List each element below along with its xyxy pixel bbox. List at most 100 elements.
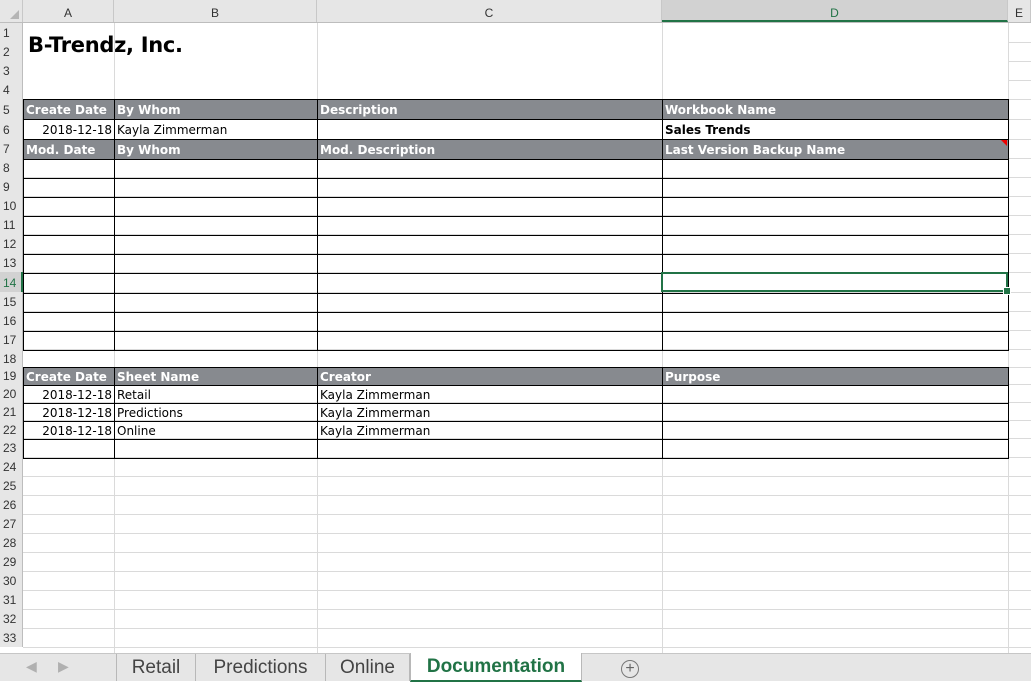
row-header-3[interactable]: 3 [0, 61, 23, 80]
sheet-cell[interactable] [114, 439, 318, 459]
row-header-20[interactable]: 20 [0, 384, 23, 402]
modification-cell[interactable] [317, 293, 663, 313]
column-header-d[interactable]: D [662, 0, 1008, 22]
header-workbook-name[interactable]: Workbook Name [662, 99, 1009, 120]
modification-cell[interactable] [23, 312, 115, 332]
modification-cell[interactable] [114, 331, 318, 351]
row-header-25[interactable]: 25 [0, 476, 23, 495]
modification-cell[interactable] [662, 197, 1009, 217]
row-header-30[interactable]: 30 [0, 571, 23, 590]
row-header-32[interactable]: 32 [0, 609, 23, 628]
modification-cell[interactable] [114, 159, 318, 179]
header-sheet-create-date[interactable]: Create Date [23, 367, 115, 386]
column-header-a[interactable]: A [23, 0, 114, 22]
modification-cell[interactable] [662, 293, 1009, 313]
sheet-cell[interactable]: 2018-12-18 [23, 403, 115, 422]
company-title[interactable]: B-Trendz, Inc. [28, 33, 183, 57]
row-header-33[interactable]: 33 [0, 628, 23, 647]
row-header-29[interactable]: 29 [0, 552, 23, 571]
modification-cell[interactable] [23, 331, 115, 351]
modification-cell[interactable] [23, 159, 115, 179]
prev-sheet-icon[interactable]: ◀ [26, 658, 37, 675]
row-header-17[interactable]: 17 [0, 330, 23, 349]
header-sheet-name[interactable]: Sheet Name [114, 367, 318, 386]
sheet-cell[interactable]: 2018-12-18 [23, 385, 115, 404]
row-header-26[interactable]: 26 [0, 495, 23, 514]
modification-cell[interactable] [114, 197, 318, 217]
sheet-cell[interactable]: Online [114, 421, 318, 440]
modification-cell[interactable] [23, 178, 115, 198]
add-sheet-icon[interactable]: + [621, 660, 639, 678]
modification-cell[interactable] [23, 273, 115, 294]
modification-cell[interactable] [662, 159, 1009, 179]
modification-cell[interactable] [23, 216, 115, 236]
row-header-2[interactable]: 2 [0, 42, 23, 61]
modification-cell[interactable] [317, 235, 663, 255]
modification-cell[interactable] [317, 197, 663, 217]
sheet-cell[interactable] [23, 439, 115, 459]
modification-cell[interactable] [23, 197, 115, 217]
modification-cell[interactable] [317, 312, 663, 332]
modification-cell[interactable] [114, 254, 318, 274]
row-header-16[interactable]: 16 [0, 311, 23, 330]
header-mod-description[interactable]: Mod. Description [317, 139, 663, 160]
row-header-18[interactable]: 18 [0, 349, 23, 367]
modification-cell[interactable] [23, 254, 115, 274]
row-header-21[interactable]: 21 [0, 402, 23, 420]
row-header-13[interactable]: 13 [0, 253, 23, 272]
column-header-e[interactable]: E [1008, 0, 1031, 22]
modification-cell[interactable] [317, 178, 663, 198]
next-sheet-icon[interactable]: ▶ [58, 658, 69, 675]
cell-create-date[interactable]: 2018-12-18 [23, 119, 115, 140]
row-header-5[interactable]: 5 [0, 99, 23, 119]
modification-cell[interactable] [114, 312, 318, 332]
tab-predictions[interactable]: Predictions [196, 654, 326, 681]
row-header-9[interactable]: 9 [0, 177, 23, 196]
row-header-4[interactable]: 4 [0, 80, 23, 99]
modification-cell[interactable] [662, 331, 1009, 351]
sheet-cell[interactable] [662, 385, 1009, 404]
sheet-cell[interactable] [662, 421, 1009, 440]
sheet-cell[interactable]: Predictions [114, 403, 318, 422]
row-header-28[interactable]: 28 [0, 533, 23, 552]
row-header-14[interactable]: 14 [0, 272, 23, 292]
row-header-12[interactable]: 12 [0, 234, 23, 253]
sheet-cell[interactable]: 2018-12-18 [23, 421, 115, 440]
modification-cell[interactable] [23, 235, 115, 255]
select-all-button[interactable] [0, 0, 23, 22]
modification-cell[interactable] [114, 216, 318, 236]
row-header-19[interactable]: 19 [0, 367, 23, 384]
modification-cell[interactable] [662, 312, 1009, 332]
modification-cell[interactable] [317, 159, 663, 179]
modification-cell[interactable] [317, 331, 663, 351]
modification-cell[interactable] [317, 273, 663, 294]
row-header-31[interactable]: 31 [0, 590, 23, 609]
selected-cell-d14[interactable] [661, 272, 1011, 295]
modification-cell[interactable] [114, 293, 318, 313]
sheet-cell[interactable] [662, 403, 1009, 422]
row-header-27[interactable]: 27 [0, 514, 23, 533]
tab-retail[interactable]: Retail [117, 654, 196, 681]
header-mod-date[interactable]: Mod. Date [23, 139, 115, 160]
cell-by-whom[interactable]: Kayla Zimmerman [114, 119, 318, 140]
modification-cell[interactable] [317, 254, 663, 274]
sheet-cell[interactable]: Kayla Zimmerman [317, 421, 663, 440]
header-by-whom[interactable]: By Whom [114, 99, 318, 120]
modification-cell[interactable] [114, 178, 318, 198]
row-header-6[interactable]: 6 [0, 119, 23, 139]
cell-description[interactable] [317, 119, 663, 140]
modification-cell[interactable] [662, 216, 1009, 236]
row-header-11[interactable]: 11 [0, 215, 23, 234]
header-description[interactable]: Description [317, 99, 663, 120]
sheet-cell[interactable] [317, 439, 663, 459]
modification-cell[interactable] [662, 178, 1009, 198]
row-header-22[interactable]: 22 [0, 420, 23, 438]
sheet-cell[interactable]: Kayla Zimmerman [317, 385, 663, 404]
modification-cell[interactable] [317, 216, 663, 236]
modification-cell[interactable] [662, 235, 1009, 255]
header-creator[interactable]: Creator [317, 367, 663, 386]
column-header-b[interactable]: B [114, 0, 317, 22]
row-header-7[interactable]: 7 [0, 139, 23, 158]
sheet-cell[interactable]: Kayla Zimmerman [317, 403, 663, 422]
row-header-1[interactable]: 1 [0, 23, 23, 42]
